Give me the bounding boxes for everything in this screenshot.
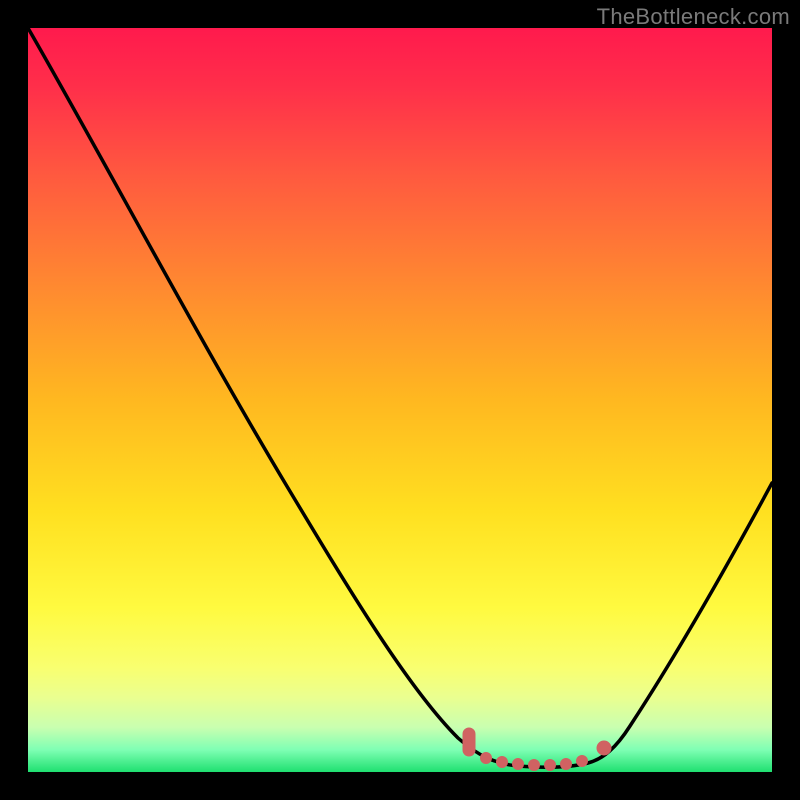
curve-layer	[28, 28, 772, 772]
watermark-text: TheBottleneck.com	[597, 4, 790, 30]
chart-stage: TheBottleneck.com	[0, 0, 800, 800]
plot-area	[28, 28, 772, 772]
bottleneck-curve	[28, 28, 772, 767]
